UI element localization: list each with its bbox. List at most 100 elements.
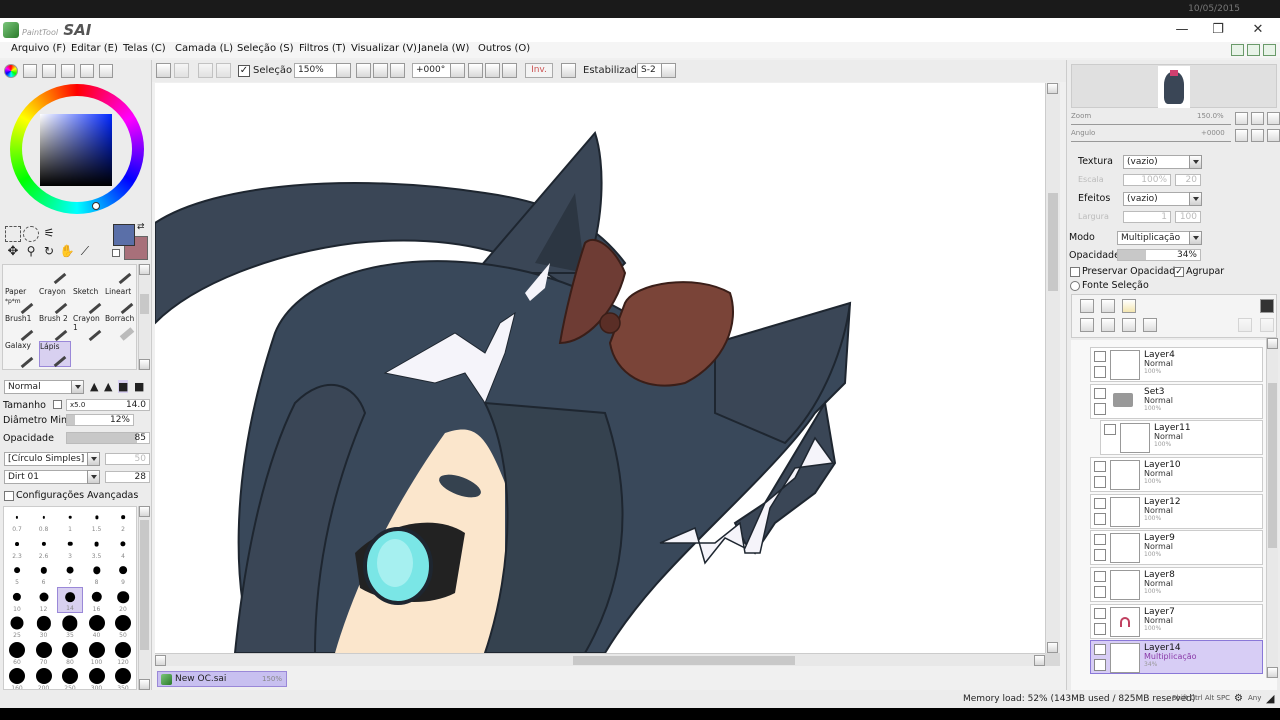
selection-checkbox[interactable]: ✓ xyxy=(238,65,250,77)
menu-editar[interactable]: Editar (E) xyxy=(71,43,118,54)
navigator-preview[interactable] xyxy=(1071,64,1277,108)
layer-link-toggle[interactable] xyxy=(1094,366,1106,378)
panel-menu-icon[interactable] xyxy=(1260,299,1274,313)
eye-icon[interactable] xyxy=(1094,571,1106,582)
scroll-down-icon[interactable] xyxy=(139,359,150,370)
canvas-vscroll[interactable] xyxy=(1045,83,1060,653)
brush-size-cell[interactable]: 200 xyxy=(31,666,57,689)
hue-cursor[interactable] xyxy=(92,202,100,210)
canvas-hscroll[interactable] xyxy=(155,653,1045,666)
layer-list-scrollbar[interactable] xyxy=(1266,338,1278,678)
brush-size-cell[interactable]: 2 xyxy=(110,507,136,533)
layer-row[interactable]: Layer4 Normal 100% xyxy=(1090,347,1263,382)
delete-layer-icon[interactable] xyxy=(1143,318,1157,332)
menu-telas[interactable]: Telas (C) xyxy=(123,43,166,54)
menu-visualizar[interactable]: Visualizar (V) xyxy=(351,43,417,54)
layer-row[interactable]: Layer7 Normal 100% xyxy=(1090,604,1263,639)
layer-row[interactable]: Layer11 Normal 100% xyxy=(1100,420,1263,455)
layer-row[interactable]: Layer12 Normal 100% xyxy=(1090,494,1263,529)
undo-icon[interactable] xyxy=(156,63,171,78)
invert-selection-icon[interactable] xyxy=(216,63,231,78)
zoom-reset-icon[interactable] xyxy=(390,63,405,78)
clip-group-icon[interactable] xyxy=(1260,318,1274,332)
size-lock-checkbox[interactable] xyxy=(53,400,62,409)
size-slider[interactable]: x5.0 14.0 xyxy=(66,399,150,411)
deselect-icon[interactable] xyxy=(198,63,213,78)
preserve-opacity-checkbox[interactable] xyxy=(1070,267,1080,277)
scratchpad-tab-icon[interactable] xyxy=(99,64,113,78)
swatches-tab-icon[interactable] xyxy=(80,64,94,78)
brush-size-cell[interactable]: 10 xyxy=(4,587,30,613)
menu-filtros[interactable]: Filtros (T) xyxy=(299,43,346,54)
hand-icon[interactable]: ✋ xyxy=(59,244,75,260)
layer-opacity-slider[interactable]: 34% xyxy=(1117,249,1201,261)
brush-size-cell[interactable]: 7 xyxy=(57,560,83,586)
scroll-thumb[interactable] xyxy=(140,294,149,314)
zoom-out-icon[interactable] xyxy=(356,63,371,78)
zoom-tool-icon[interactable]: ⚲ xyxy=(23,244,39,260)
color-mix-tab-icon[interactable] xyxy=(61,64,75,78)
zoom-in-icon[interactable] xyxy=(373,63,388,78)
rotate-tool-icon[interactable]: ↻ xyxy=(41,244,57,260)
brush-size-cell[interactable]: 0.7 xyxy=(4,507,30,533)
hsv-slider-tab-icon[interactable] xyxy=(42,64,56,78)
brush-size-cell[interactable]: 40 xyxy=(84,613,110,639)
eye-icon[interactable] xyxy=(1094,534,1106,545)
scroll-right-icon[interactable] xyxy=(1034,655,1045,666)
zoom-dropdown-icon[interactable] xyxy=(336,63,351,78)
brush-size-cell[interactable]: 0.8 xyxy=(31,507,57,533)
chevron-down-icon[interactable] xyxy=(1189,231,1202,245)
brush-size-cell[interactable]: 120 xyxy=(110,640,136,666)
brush-size-cell[interactable]: 6 xyxy=(31,560,57,586)
brush-size-cell[interactable]: 3.5 xyxy=(84,534,110,560)
brush-size-cell[interactable]: 35 xyxy=(57,613,83,639)
eye-icon[interactable] xyxy=(1094,461,1106,472)
size-grid-scrollbar[interactable] xyxy=(138,506,150,690)
brush-grid-scrollbar[interactable] xyxy=(138,264,150,370)
invert-view-button[interactable]: Inv. xyxy=(525,63,553,78)
canvas-area[interactable] xyxy=(155,83,1060,666)
mdi-restore-button[interactable] xyxy=(1247,44,1260,56)
pen-edit-icon[interactable] xyxy=(1094,659,1106,671)
new-layer-icon[interactable] xyxy=(1080,299,1094,313)
primary-color-swatch[interactable] xyxy=(113,224,135,246)
texture-scale-slider[interactable]: 100% xyxy=(1123,174,1171,186)
rect-select-icon[interactable] xyxy=(5,226,21,242)
brush-crayon[interactable]: Crayon xyxy=(39,287,71,315)
move-icon[interactable]: ✥ xyxy=(5,244,21,260)
layer-link-toggle[interactable] xyxy=(1094,403,1106,415)
color-saturation-square[interactable] xyxy=(40,114,112,186)
color-wheel-tab-icon[interactable] xyxy=(4,64,18,78)
brush-size-cell[interactable]: 8 xyxy=(84,560,110,586)
effects-width-slider[interactable]: 1 xyxy=(1123,211,1171,223)
layer-link-toggle[interactable] xyxy=(1094,549,1106,561)
brush-lineart[interactable]: Lineart xyxy=(105,287,136,315)
chevron-down-icon[interactable] xyxy=(1189,192,1202,206)
menu-janela[interactable]: Janela (W) xyxy=(418,43,469,54)
artwork-canvas[interactable] xyxy=(155,83,1045,653)
brush-size-cell[interactable]: 14 xyxy=(57,586,83,613)
menu-arquivo[interactable]: Arquivo (F) xyxy=(11,43,66,54)
min-diameter-slider[interactable]: 12% xyxy=(66,414,134,426)
document-tab[interactable]: New OC.sai 150% xyxy=(157,671,287,687)
group-checkbox[interactable]: ✓ xyxy=(1174,267,1184,277)
brush-size-cell[interactable]: 300 xyxy=(84,666,110,689)
shape-triangle-icon[interactable]: ▲ xyxy=(90,380,98,393)
layer-link-toggle[interactable] xyxy=(1094,513,1106,525)
swap-colors-icon[interactable]: ⇄ xyxy=(137,222,145,232)
nav-rotate-left-icon[interactable] xyxy=(1235,129,1248,142)
magic-wand-icon[interactable]: ⚟ xyxy=(41,226,57,242)
brush-size-cell[interactable]: 100 xyxy=(84,640,110,666)
eye-icon[interactable] xyxy=(1094,608,1106,619)
layer-row-selected[interactable]: Layer14 Multiplicação 34% xyxy=(1090,640,1263,674)
eye-icon[interactable] xyxy=(1094,351,1106,362)
brush-size-cell[interactable]: 9 xyxy=(110,560,136,586)
hscroll-thumb[interactable] xyxy=(573,656,795,665)
new-linework-layer-icon[interactable] xyxy=(1101,299,1115,313)
brush-shape-select[interactable]: [Círculo Simples] xyxy=(4,452,100,466)
lasso-icon[interactable] xyxy=(23,226,39,242)
chevron-down-icon[interactable] xyxy=(1189,155,1202,169)
nav-zoom-slider[interactable] xyxy=(1071,121,1231,125)
eye-icon[interactable] xyxy=(1094,644,1106,655)
brush-size-cell[interactable]: 60 xyxy=(4,640,30,666)
